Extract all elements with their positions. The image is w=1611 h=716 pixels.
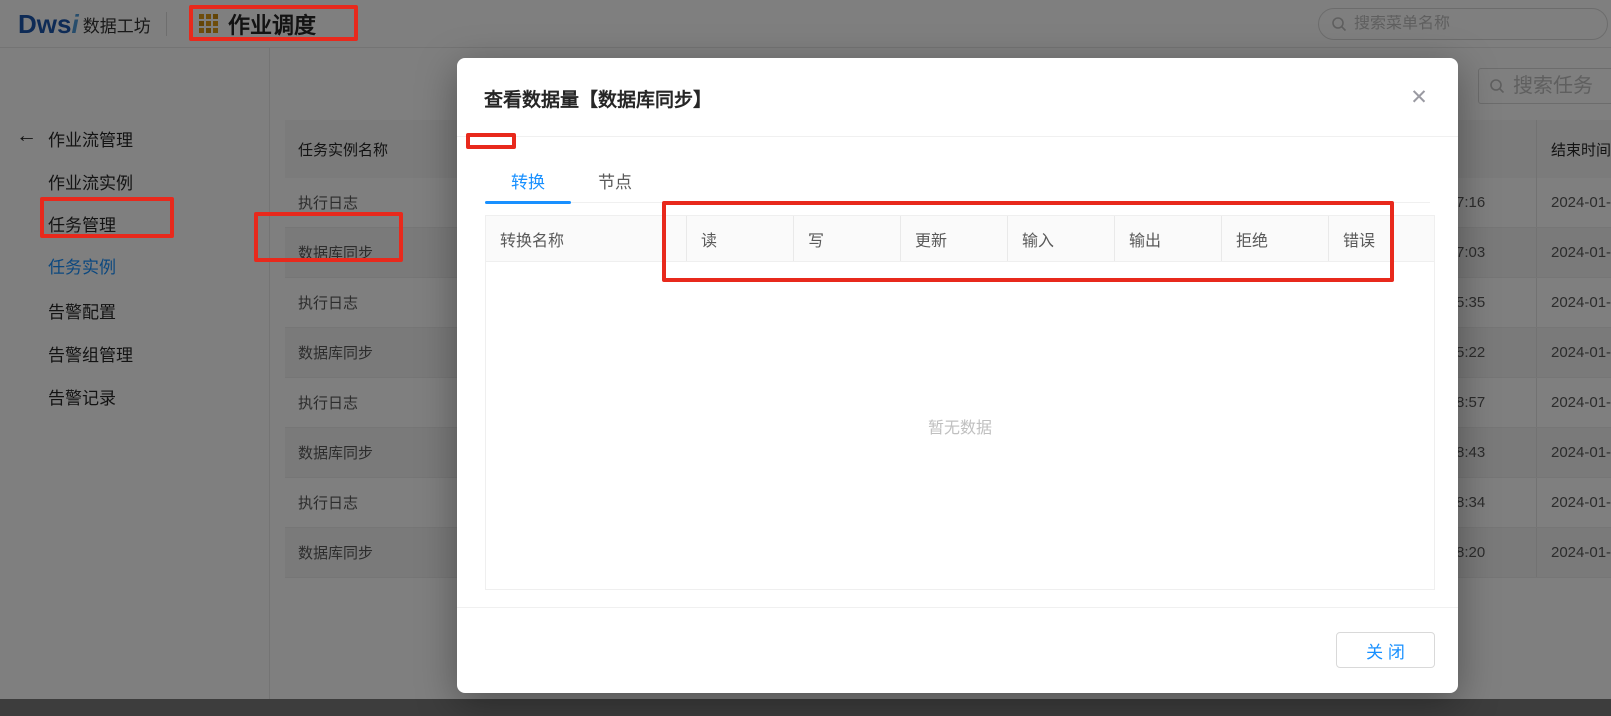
empty-state-text: 暂无数据 bbox=[927, 420, 992, 437]
modal-header: 查看数据量【数据库同步】 ✕ bbox=[457, 58, 1458, 137]
column-header-transform-name: 转换名称 bbox=[486, 216, 687, 261]
tab-transform[interactable]: 转换 bbox=[485, 158, 571, 204]
modal-footer-divider bbox=[457, 607, 1458, 608]
modal-tab-bar: 转换 节点 bbox=[485, 158, 1430, 204]
data-volume-modal: 查看数据量【数据库同步】 ✕ 转换 节点 转换名称 读 写 更新 输入 输出 拒… bbox=[457, 58, 1458, 693]
annotation-box-metric-columns bbox=[662, 201, 1394, 282]
annotation-box-task-instance bbox=[40, 197, 174, 238]
close-button[interactable]: 关 闭 bbox=[1336, 632, 1435, 668]
annotation-box-db-sync-row bbox=[254, 212, 403, 262]
modal-title: 查看数据量【数据库同步】 bbox=[484, 90, 713, 111]
tab-node[interactable]: 节点 bbox=[572, 158, 658, 202]
annotation-box-app-title bbox=[189, 5, 358, 41]
close-icon[interactable]: ✕ bbox=[1404, 82, 1434, 112]
screenshot-stage: Dwsi 数据工坊 作业调度 ← 作业流管理 作业流实例 任务管理 bbox=[0, 0, 1611, 716]
empty-state: 暂无数据 bbox=[486, 262, 1434, 590]
annotation-box-small-marker bbox=[466, 133, 516, 149]
